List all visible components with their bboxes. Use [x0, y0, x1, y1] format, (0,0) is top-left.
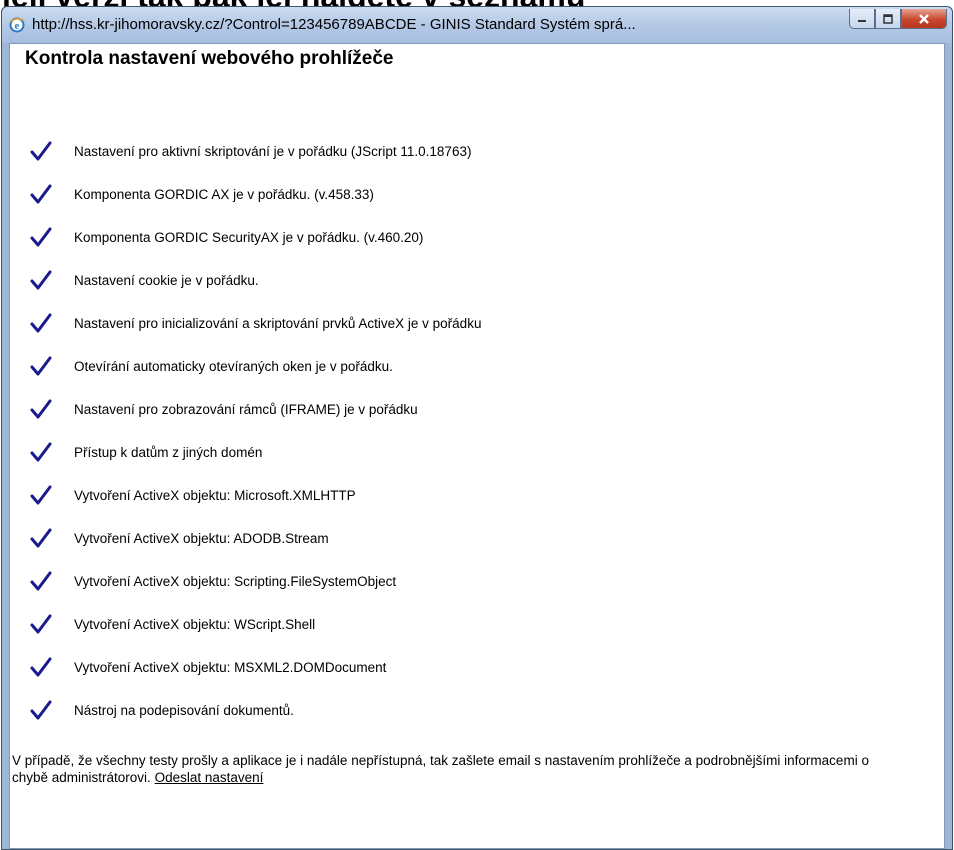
check-item: Vytvoření ActiveX objektu: ADODB.Stream — [30, 524, 329, 552]
maximize-icon — [883, 13, 893, 24]
checkmark-icon — [30, 442, 52, 462]
checkmark-icon — [30, 313, 52, 333]
checkmark-icon — [30, 270, 52, 290]
caption-buttons — [849, 9, 947, 31]
checkmark-icon — [30, 399, 52, 419]
check-item-label: Nastavení pro inicializování a skriptová… — [74, 315, 482, 331]
check-item: Nastavení pro aktivní skriptování je v p… — [30, 137, 471, 165]
check-item-label: Vytvoření ActiveX objektu: ADODB.Stream — [74, 530, 329, 546]
page-heading: Kontrola nastavení webového prohlížeče — [25, 48, 394, 69]
check-item-label: Otevírání automaticky otevíraných oken j… — [74, 358, 393, 374]
checkmark-icon — [30, 571, 52, 591]
close-button[interactable] — [901, 9, 947, 29]
check-item: Nastavení cookie je v pořádku. — [30, 266, 259, 294]
checkmark-icon — [30, 356, 52, 376]
minimize-icon — [858, 19, 866, 22]
svg-text:e: e — [15, 20, 20, 32]
check-item: Nastavení pro zobrazování rámců (IFRAME)… — [30, 395, 418, 423]
footer-text: V případě, že všechny testy prošly a apl… — [12, 753, 869, 785]
check-item: Nastavení pro inicializování a skriptová… — [30, 309, 481, 337]
check-item-label: Nastavení pro zobrazování rámců (IFRAME)… — [74, 401, 418, 417]
check-item: Vytvoření ActiveX objektu: Scripting.Fil… — [30, 567, 396, 595]
check-item: Přístup k datům z jiných domén — [30, 438, 262, 466]
check-item-label: Komponenta GORDIC SecurityAX je v pořádk… — [74, 229, 424, 245]
checkmark-icon — [30, 700, 52, 720]
send-settings-link[interactable]: Odeslat nastavení — [155, 770, 264, 785]
check-item: Komponenta GORDIC SecurityAX je v pořádk… — [30, 223, 423, 251]
checkmark-icon — [30, 184, 52, 204]
check-item-label: Nastavení cookie je v pořádku. — [74, 272, 259, 288]
check-item-label: Nastavení pro aktivní skriptování je v p… — [74, 143, 472, 159]
check-item-label: Nástroj na podepisování dokumentů. — [74, 702, 294, 718]
window-titlebar[interactable]: e http://hss.kr-jihomoravsky.cz/?Control… — [2, 7, 952, 43]
close-icon — [919, 13, 929, 24]
minimize-button[interactable] — [849, 9, 875, 29]
check-item: Vytvoření ActiveX objektu: Microsoft.XML… — [30, 481, 356, 509]
checkmark-icon — [30, 227, 52, 247]
check-item-label: Komponenta GORDIC AX je v pořádku. (v.45… — [74, 186, 374, 202]
window-title: http://hss.kr-jihomoravsky.cz/?Control=1… — [32, 16, 636, 33]
check-item-label: Vytvoření ActiveX objektu: Microsoft.XML… — [74, 487, 356, 503]
checkmark-icon — [30, 614, 52, 634]
check-item: Otevírání automaticky otevíraných oken j… — [30, 352, 393, 380]
checkmark-icon — [30, 657, 52, 677]
footer-note: V případě, že všechny testy prošly a apl… — [12, 752, 892, 786]
check-item: Komponenta GORDIC AX je v pořádku. (v.45… — [30, 180, 374, 208]
check-item: Vytvoření ActiveX objektu: MSXML2.DOMDoc… — [30, 653, 386, 681]
check-item-label: Přístup k datům z jiných domén — [74, 444, 263, 460]
maximize-button[interactable] — [875, 9, 901, 29]
check-item-label: Vytvoření ActiveX objektu: WScript.Shell — [74, 616, 316, 632]
check-item-label: Vytvoření ActiveX objektu: MSXML2.DOMDoc… — [74, 659, 387, 675]
check-item: Vytvoření ActiveX objektu: WScript.Shell — [30, 610, 315, 638]
check-item: Nástroj na podepisování dokumentů. — [30, 696, 294, 724]
checkmark-icon — [30, 528, 52, 548]
ie-icon: e — [9, 17, 25, 33]
checkmark-icon — [30, 485, 52, 505]
checkmark-icon — [30, 141, 52, 161]
check-item-label: Vytvoření ActiveX objektu: Scripting.Fil… — [74, 573, 397, 589]
